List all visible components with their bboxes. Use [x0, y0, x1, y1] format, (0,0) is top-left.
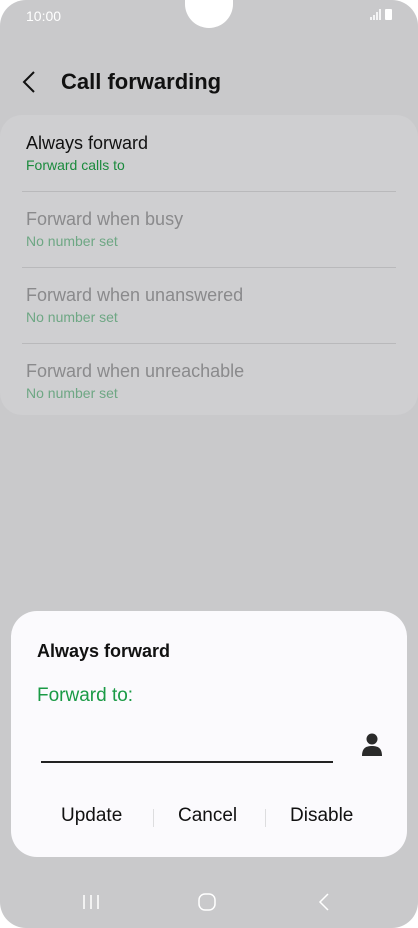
setting-forward-when-unanswered[interactable]: Forward when unanswered No number set: [26, 285, 243, 325]
nav-back-button[interactable]: [318, 890, 330, 914]
forward-to-label: Forward to:: [37, 685, 134, 706]
app-header: Call forwarding: [22, 62, 221, 102]
setting-subtitle: No number set: [26, 385, 118, 401]
camera-notch: [185, 0, 233, 28]
setting-subtitle: No number set: [26, 233, 118, 249]
setting-forward-when-busy[interactable]: Forward when busy No number set: [26, 209, 183, 249]
recent-apps-icon: [83, 895, 99, 909]
setting-subtitle: Forward calls to: [26, 157, 125, 173]
forward-number-input[interactable]: [41, 741, 333, 763]
status-time: 10:00: [26, 8, 62, 24]
setting-title: Forward when unanswered: [26, 285, 244, 305]
setting-forward-when-unreachable[interactable]: Forward when unreachable No number set: [26, 361, 244, 401]
status-icons: [370, 9, 392, 20]
contact-picker-button[interactable]: [361, 732, 383, 758]
home-button[interactable]: [198, 890, 216, 914]
disable-button[interactable]: Disable: [290, 805, 353, 827]
divider: [22, 267, 396, 268]
page-title: Call forwarding: [61, 69, 222, 94]
phone-screen: 10:00 Call forwarding Always forward For…: [0, 0, 418, 928]
battery-icon: [385, 9, 392, 20]
recent-apps-button[interactable]: [82, 890, 100, 914]
setting-always-forward[interactable]: Always forward Forward calls to: [26, 133, 148, 173]
back-nav-icon: [318, 893, 329, 911]
setting-title: Forward when unreachable: [26, 361, 245, 381]
setting-title: Forward when busy: [26, 209, 184, 229]
divider: [22, 191, 396, 192]
button-separator: [265, 809, 266, 827]
contact-person-icon: [362, 733, 382, 756]
update-button[interactable]: Update: [61, 805, 122, 827]
divider: [22, 343, 396, 344]
cancel-button[interactable]: Cancel: [178, 805, 237, 827]
back-button[interactable]: [22, 67, 48, 97]
signal-icon: [370, 9, 381, 20]
back-arrow-icon: [22, 71, 35, 93]
home-icon: [198, 893, 216, 911]
dialog-title: Always forward: [37, 641, 171, 661]
setting-subtitle: No number set: [26, 309, 118, 325]
setting-title: Always forward: [26, 133, 149, 153]
button-separator: [153, 809, 154, 827]
forward-dialog: Always forward Forward to: Update Cancel…: [11, 611, 407, 857]
settings-card: Always forward Forward calls to Forward …: [0, 115, 418, 415]
